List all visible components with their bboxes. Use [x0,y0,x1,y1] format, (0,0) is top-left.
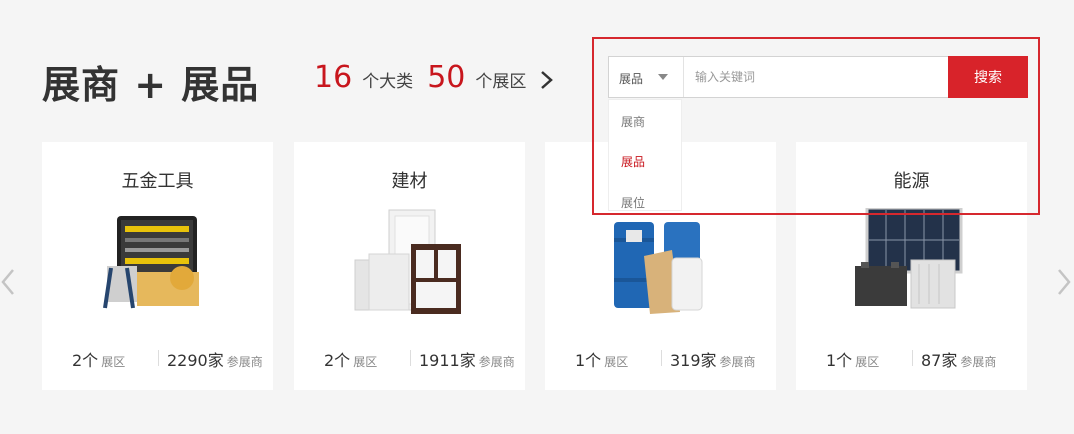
exhibitor-label: 参展商 [960,355,997,369]
divider [912,350,913,366]
card-title: 五金工具 [121,171,194,192]
zone-label: 展区 [101,355,126,369]
card-title: 建材 [391,171,428,192]
exhibitor-count: 87家 [921,351,958,370]
card-footer: 2个 展区 1911家 参展商 [294,347,525,370]
stats-summary: 16 个大类 50 个展区 [314,60,540,95]
zone-count: 1个 [826,351,853,370]
chevron-right-icon[interactable] [1056,266,1072,298]
toolkit-image [103,216,199,309]
zone-label: 展区 [855,355,880,369]
category-card-building-materials[interactable]: 建材 2个 展区 1911家 参展商 [294,142,525,390]
building-materials-image [354,209,461,314]
exhibitor-count: 1911家 [419,351,476,370]
category-card-hardware[interactable]: 五金工具 2个 展区 2290家 参展商 [42,142,273,390]
page-title: 展商 + 展品 [42,63,260,107]
highlight-frame [592,37,1040,215]
card-footer: 2个 展区 2290家 参展商 [42,347,273,370]
chevron-right-icon[interactable] [536,66,558,94]
category-unit: 个大类 [362,72,414,92]
zone-count: 2个 [324,351,351,370]
zone-label: 展区 [353,355,378,369]
solar-battery-image [855,208,963,309]
zone-unit: 个展区 [475,72,527,92]
chemical-drums-image [614,222,703,314]
divider [661,350,662,366]
exhibitor-label: 参展商 [478,355,515,369]
exhibitor-label: 参展商 [226,355,263,369]
zone-count: 1个 [575,351,602,370]
zone-count: 2个 [72,351,99,370]
exhibitor-count: 319家 [670,351,717,370]
card-footer: 1个 展区 87家 参展商 [796,347,1027,370]
zone-label: 展区 [604,355,629,369]
divider [410,350,411,366]
exhibitor-count: 2290家 [167,351,224,370]
category-count: 16 [314,60,353,95]
exhibitor-label: 参展商 [719,355,756,369]
card-footer: 1个 展区 319家 参展商 [545,347,776,370]
chevron-left-icon[interactable] [0,266,16,298]
divider [158,350,159,366]
zone-count: 50 [427,60,466,95]
